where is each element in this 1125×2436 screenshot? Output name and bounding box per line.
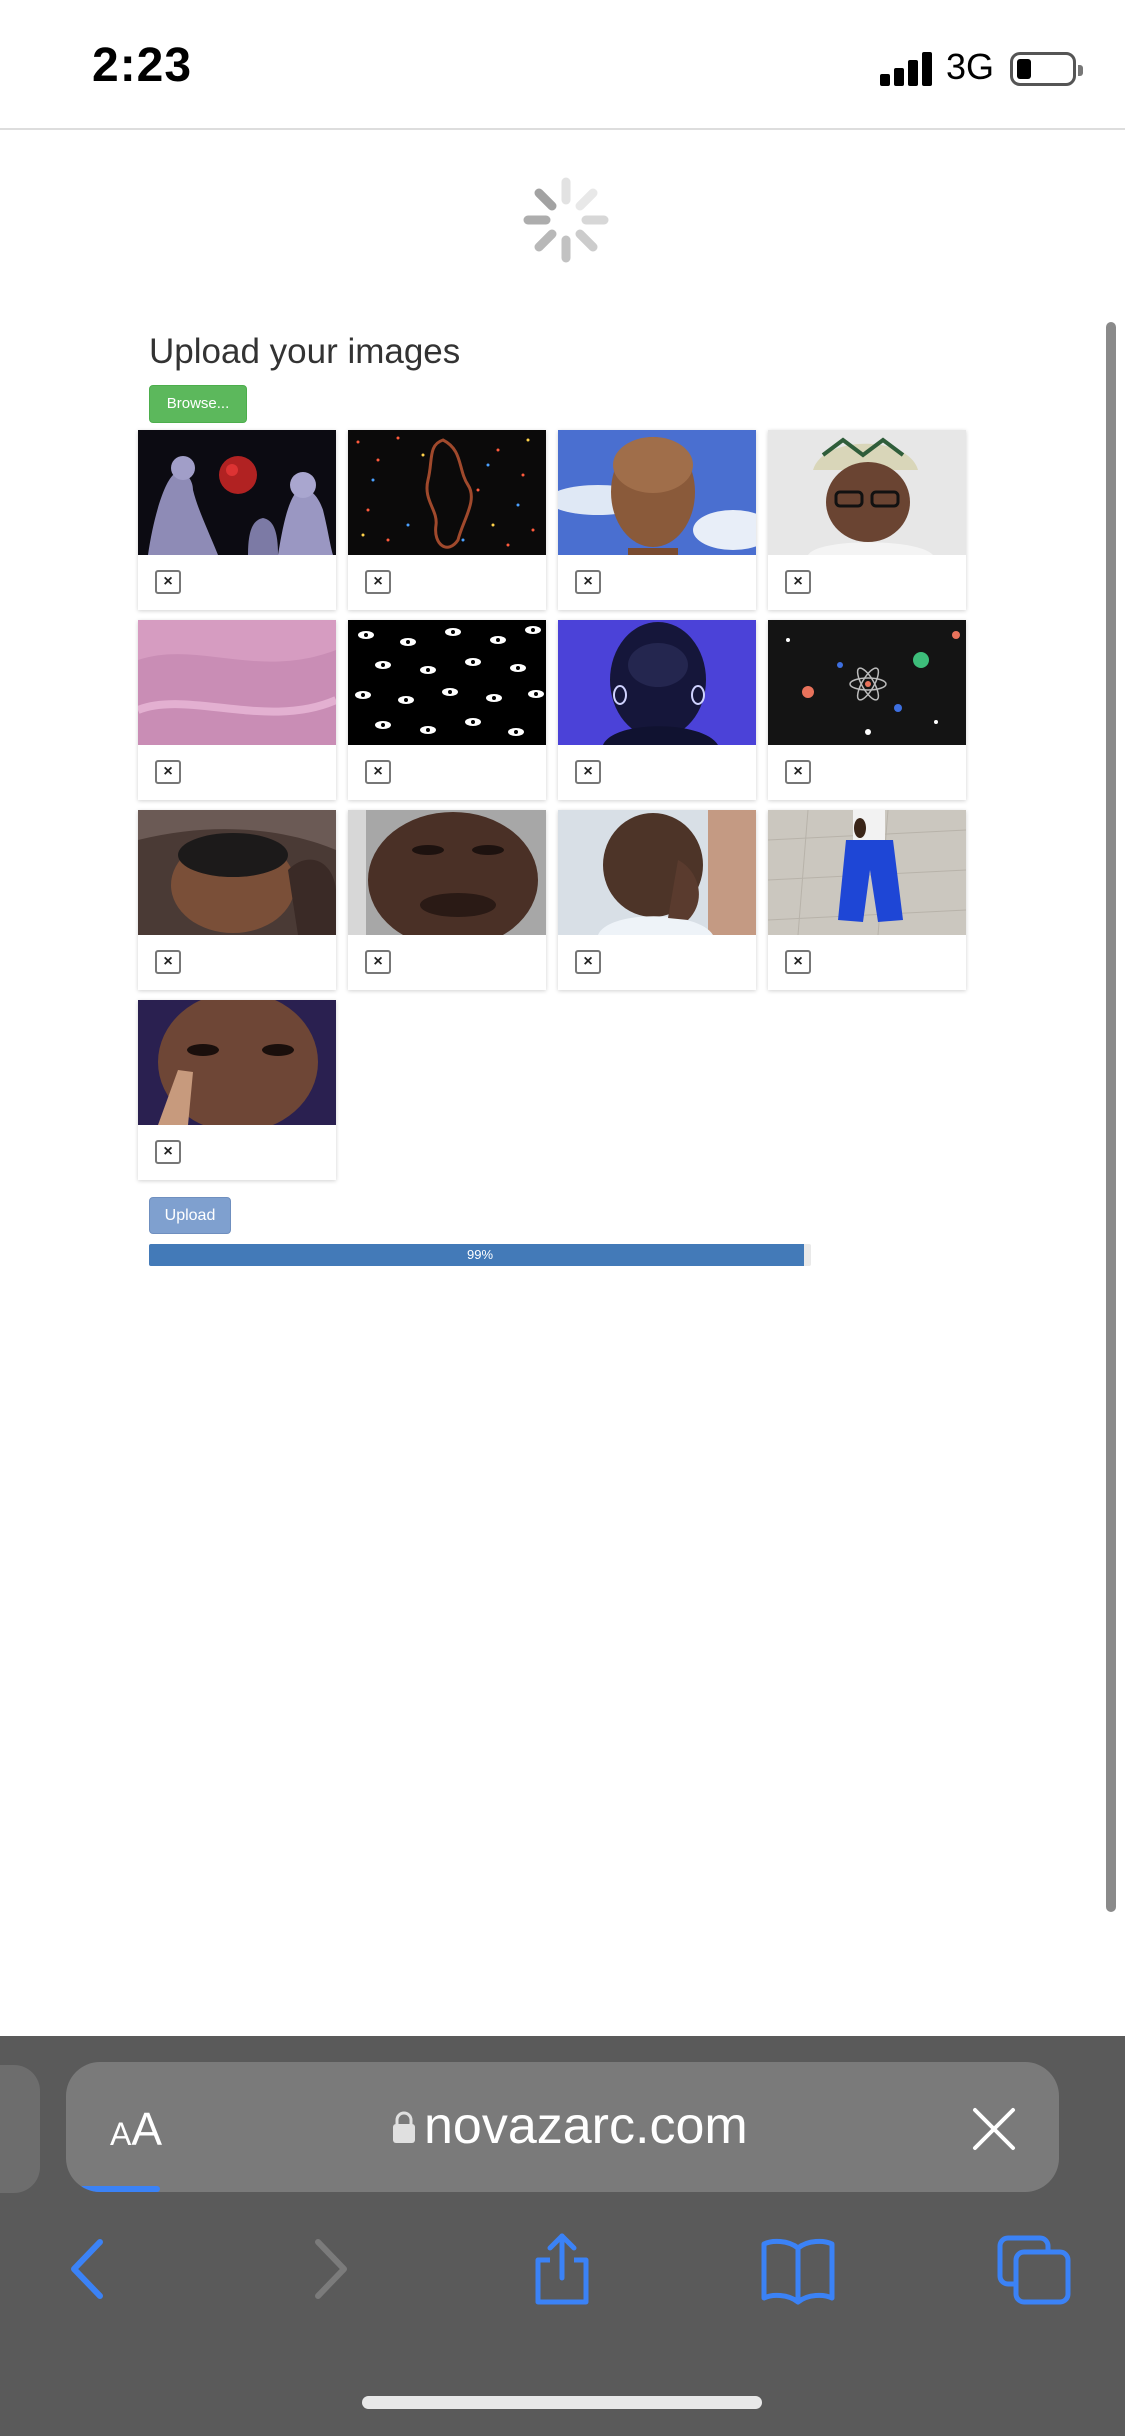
image-thumbnail: × bbox=[768, 430, 966, 610]
battery-icon bbox=[1010, 52, 1083, 86]
upload-button[interactable]: Upload bbox=[149, 1197, 231, 1234]
image-thumbnail: × bbox=[558, 430, 756, 610]
loading-spinner-icon bbox=[523, 177, 609, 263]
lock-icon bbox=[393, 2111, 415, 2143]
image-thumbnail: × bbox=[558, 620, 756, 800]
share-icon[interactable] bbox=[522, 2232, 602, 2306]
home-indicator bbox=[362, 2396, 762, 2409]
signal-icon bbox=[880, 50, 934, 86]
image-thumbnail: × bbox=[348, 620, 546, 800]
browse-button[interactable]: Browse... bbox=[149, 385, 247, 423]
image-preview bbox=[558, 430, 756, 555]
image-preview bbox=[138, 430, 336, 555]
image-thumbnail: × bbox=[138, 1000, 336, 1180]
stop-loading-icon[interactable] bbox=[971, 2106, 1017, 2152]
remove-image-button[interactable]: × bbox=[365, 760, 391, 784]
image-preview bbox=[558, 810, 756, 935]
remove-image-button[interactable]: × bbox=[575, 950, 601, 974]
status-time: 2:23 bbox=[92, 39, 193, 92]
remove-image-button[interactable]: × bbox=[785, 570, 811, 594]
remove-image-button[interactable]: × bbox=[155, 760, 181, 784]
image-preview bbox=[348, 620, 546, 745]
remove-image-button[interactable]: × bbox=[575, 760, 601, 784]
image-preview bbox=[768, 810, 966, 935]
bookmarks-icon[interactable] bbox=[758, 2232, 838, 2306]
forward-icon[interactable] bbox=[290, 2232, 370, 2306]
image-thumbnail: × bbox=[348, 810, 546, 990]
tabs-icon[interactable] bbox=[994, 2232, 1074, 2306]
text-size-button[interactable]: AA bbox=[110, 2102, 162, 2156]
image-preview bbox=[348, 430, 546, 555]
remove-image-button[interactable]: × bbox=[575, 570, 601, 594]
network-type: 3G bbox=[946, 46, 995, 87]
page-load-indicator bbox=[80, 2186, 160, 2192]
image-preview bbox=[138, 810, 336, 935]
page-title: Upload your images bbox=[149, 332, 461, 371]
image-preview bbox=[768, 620, 966, 745]
page-scrollbar[interactable] bbox=[1106, 322, 1116, 1912]
back-icon[interactable] bbox=[48, 2232, 128, 2306]
image-preview bbox=[138, 1000, 336, 1125]
image-thumbnail: × bbox=[768, 810, 966, 990]
remove-image-button[interactable]: × bbox=[155, 1140, 181, 1164]
status-bar: 2:23 3G bbox=[0, 0, 1125, 130]
remove-image-button[interactable]: × bbox=[155, 950, 181, 974]
progress-label: 99% bbox=[466, 1247, 494, 1262]
image-thumbnail: × bbox=[138, 810, 336, 990]
image-thumbnail: × bbox=[138, 620, 336, 800]
image-preview bbox=[768, 430, 966, 555]
remove-image-button[interactable]: × bbox=[365, 950, 391, 974]
url-text: novazarc.com bbox=[424, 2097, 748, 2155]
upload-progress-bar: 99% bbox=[149, 1244, 811, 1266]
image-thumbnail: × bbox=[348, 430, 546, 610]
image-preview bbox=[558, 620, 756, 745]
address-bar[interactable]: AA novazarc.com bbox=[66, 2062, 1059, 2192]
previous-tab-preview[interactable] bbox=[0, 2065, 40, 2193]
image-thumbnail: × bbox=[558, 810, 756, 990]
remove-image-button[interactable]: × bbox=[785, 760, 811, 784]
image-preview bbox=[348, 810, 546, 935]
image-thumbnail: × bbox=[768, 620, 966, 800]
image-thumbnail: × bbox=[138, 430, 336, 610]
remove-image-button[interactable]: × bbox=[785, 950, 811, 974]
remove-image-button[interactable]: × bbox=[155, 570, 181, 594]
image-preview bbox=[138, 620, 336, 745]
remove-image-button[interactable]: × bbox=[365, 570, 391, 594]
